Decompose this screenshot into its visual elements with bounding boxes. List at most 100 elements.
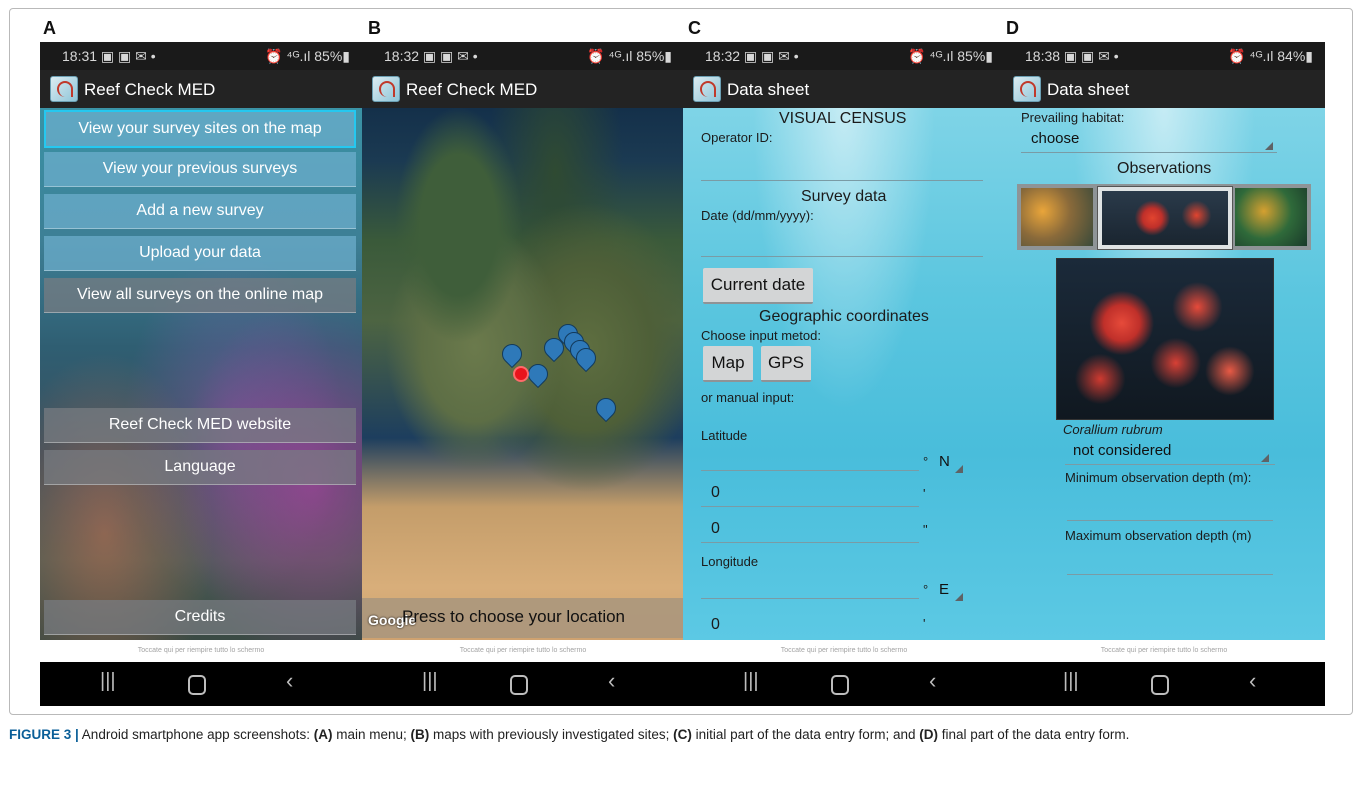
status-bar: 18:32 ▣ ▣ ✉ • ⏰ ⁴ᴳ.ıl 85%▮: [362, 42, 684, 70]
home-icon[interactable]: [510, 675, 528, 695]
figure-caption: FIGURE 3 | Android smartphone app screen…: [9, 727, 1130, 742]
panel-label-a: A: [43, 18, 56, 38]
panel-label-c: C: [688, 18, 701, 38]
add-new-survey-button[interactable]: Add a new survey: [44, 194, 356, 229]
species-gallery[interactable]: [1017, 184, 1311, 250]
latitude-direction-select[interactable]: N: [939, 453, 950, 470]
recent-apps-icon[interactable]: |||: [422, 670, 438, 693]
input-method-label: Choose input metod:: [701, 328, 821, 343]
dropdown-arrow-icon: [955, 593, 963, 601]
recent-apps-icon[interactable]: |||: [1063, 670, 1079, 693]
map-button[interactable]: Map: [703, 346, 753, 382]
recent-apps-icon[interactable]: |||: [100, 670, 116, 693]
map-pin-icon[interactable]: [591, 393, 621, 423]
recent-apps-icon[interactable]: |||: [743, 670, 759, 693]
back-icon[interactable]: ‹: [608, 668, 615, 694]
status-battery: ⏰ ⁴ᴳ.ıl 85%▮: [265, 48, 350, 64]
website-button[interactable]: Reef Check MED website: [44, 408, 356, 443]
app-bar: Data sheet: [1003, 70, 1325, 108]
nav-bar: ||| ‹: [40, 662, 362, 706]
app-bar: Data sheet: [683, 70, 1005, 108]
fullscreen-hint[interactable]: Toccate qui per riempire tutto lo scherm…: [40, 640, 362, 662]
min-depth-label: Minimum observation depth (m):: [1065, 470, 1252, 485]
gallery-thumb[interactable]: [1235, 188, 1307, 246]
habitat-select[interactable]: choose: [1031, 130, 1079, 147]
latitude-minutes-field[interactable]: [701, 506, 919, 507]
gps-button[interactable]: GPS: [761, 346, 811, 382]
latitude-degrees-field[interactable]: [701, 470, 919, 471]
fullscreen-hint[interactable]: Toccate qui per riempire tutto lo scherm…: [362, 640, 684, 662]
gallery-thumb[interactable]: [1021, 188, 1093, 246]
map-view[interactable]: Google Press to choose your location: [362, 108, 684, 640]
operator-id-field[interactable]: [701, 180, 983, 181]
operator-id-label: Operator ID:: [701, 130, 773, 145]
reef-check-logo-icon: [693, 76, 721, 102]
nav-bar: ||| ‹: [362, 662, 684, 706]
data-entry-form: VISUAL CENSUS Operator ID: Survey data D…: [683, 108, 1005, 640]
visual-census-heading: VISUAL CENSUS: [779, 110, 907, 127]
phone-screen-b: 18:32 ▣ ▣ ✉ • ⏰ ⁴ᴳ.ıl 85%▮ Reef Check ME…: [362, 42, 684, 706]
date-field[interactable]: [701, 256, 983, 257]
app-title: Data sheet: [1047, 80, 1130, 99]
species-name: Corallium rubrum: [1063, 422, 1163, 437]
species-status-select[interactable]: not considered: [1073, 442, 1171, 459]
species-status-underline: [1065, 464, 1275, 465]
figure-label: FIGURE 3 |: [9, 727, 79, 742]
latitude-minutes-value[interactable]: 0: [711, 484, 720, 502]
gallery-thumb-selected[interactable]: [1097, 186, 1233, 250]
lat-minute-unit: ': [923, 486, 926, 501]
species-photo: [1056, 258, 1274, 420]
view-survey-sites-button[interactable]: View your survey sites on the map: [44, 110, 356, 148]
longitude-direction-select[interactable]: E: [939, 581, 949, 598]
dropdown-arrow-icon: [1261, 454, 1269, 462]
longitude-label: Longitude: [701, 554, 759, 569]
phone-screen-a: 18:31 ▣ ▣ ✉ • ⏰ ⁴ᴳ.ıl 85%▮ Reef Check ME…: [40, 42, 362, 706]
language-button[interactable]: Language: [44, 450, 356, 485]
reef-check-logo-icon: [372, 76, 400, 102]
home-icon[interactable]: [1151, 675, 1169, 695]
status-bar: 18:32 ▣ ▣ ✉ • ⏰ ⁴ᴳ.ıl 85%▮: [683, 42, 1005, 70]
back-icon[interactable]: ‹: [286, 668, 293, 694]
credits-button[interactable]: Credits: [44, 600, 356, 635]
view-previous-surveys-button[interactable]: View your previous surveys: [44, 152, 356, 187]
status-battery: ⏰ ⁴ᴳ.ıl 84%▮: [1228, 48, 1313, 64]
phone-screen-d: 18:38 ▣ ▣ ✉ • ⏰ ⁴ᴳ.ıl 84%▮ Data sheet Pr…: [1003, 42, 1325, 706]
app-bar: Reef Check MED: [40, 70, 362, 108]
status-bar: 18:38 ▣ ▣ ✉ • ⏰ ⁴ᴳ.ıl 84%▮: [1003, 42, 1325, 70]
home-icon[interactable]: [188, 675, 206, 695]
current-date-button[interactable]: Current date: [703, 268, 813, 304]
app-bar: Reef Check MED: [362, 70, 684, 108]
status-time: 18:31 ▣ ▣ ✉ •: [62, 48, 156, 64]
main-menu: View your survey sites on the map View y…: [40, 108, 362, 640]
back-icon[interactable]: ‹: [929, 668, 936, 694]
max-depth-field[interactable]: [1067, 574, 1273, 575]
max-depth-label: Maximum observation depth (m): [1065, 528, 1252, 543]
back-icon[interactable]: ‹: [1249, 668, 1256, 694]
longitude-minutes-value[interactable]: 0: [711, 616, 720, 634]
choose-location-bar[interactable]: Google Press to choose your location: [362, 598, 684, 638]
status-time: 18:32 ▣ ▣ ✉ •: [384, 48, 478, 64]
status-time: 18:32 ▣ ▣ ✉ •: [705, 48, 799, 64]
app-title: Reef Check MED: [406, 80, 538, 99]
status-battery: ⏰ ⁴ᴳ.ıl 85%▮: [587, 48, 672, 64]
map-pin-icon[interactable]: [497, 339, 527, 369]
date-label: Date (dd/mm/yyyy):: [701, 208, 814, 223]
prevailing-habitat-label: Prevailing habitat:: [1021, 110, 1125, 125]
reef-check-logo-icon: [1013, 76, 1041, 102]
geo-coordinates-heading: Geographic coordinates: [759, 308, 929, 325]
latitude-seconds-field[interactable]: [701, 542, 919, 543]
longitude-degrees-field[interactable]: [701, 598, 919, 599]
min-depth-field[interactable]: [1067, 520, 1273, 521]
data-entry-form: Prevailing habitat: choose Observations …: [1003, 108, 1325, 640]
fullscreen-hint[interactable]: Toccate qui per riempire tutto lo scherm…: [683, 640, 1005, 662]
habitat-select-underline: [1021, 152, 1277, 153]
upload-data-button[interactable]: Upload your data: [44, 236, 356, 271]
dropdown-arrow-icon: [955, 465, 963, 473]
view-online-map-button[interactable]: View all surveys on the online map: [44, 278, 356, 313]
home-icon[interactable]: [831, 675, 849, 695]
latitude-seconds-value[interactable]: 0: [711, 520, 720, 538]
lat-degree-unit: °: [923, 454, 929, 469]
lon-minute-unit: ': [923, 616, 926, 631]
fullscreen-hint[interactable]: Toccate qui per riempire tutto lo scherm…: [1003, 640, 1325, 662]
current-location-icon: [513, 366, 529, 382]
